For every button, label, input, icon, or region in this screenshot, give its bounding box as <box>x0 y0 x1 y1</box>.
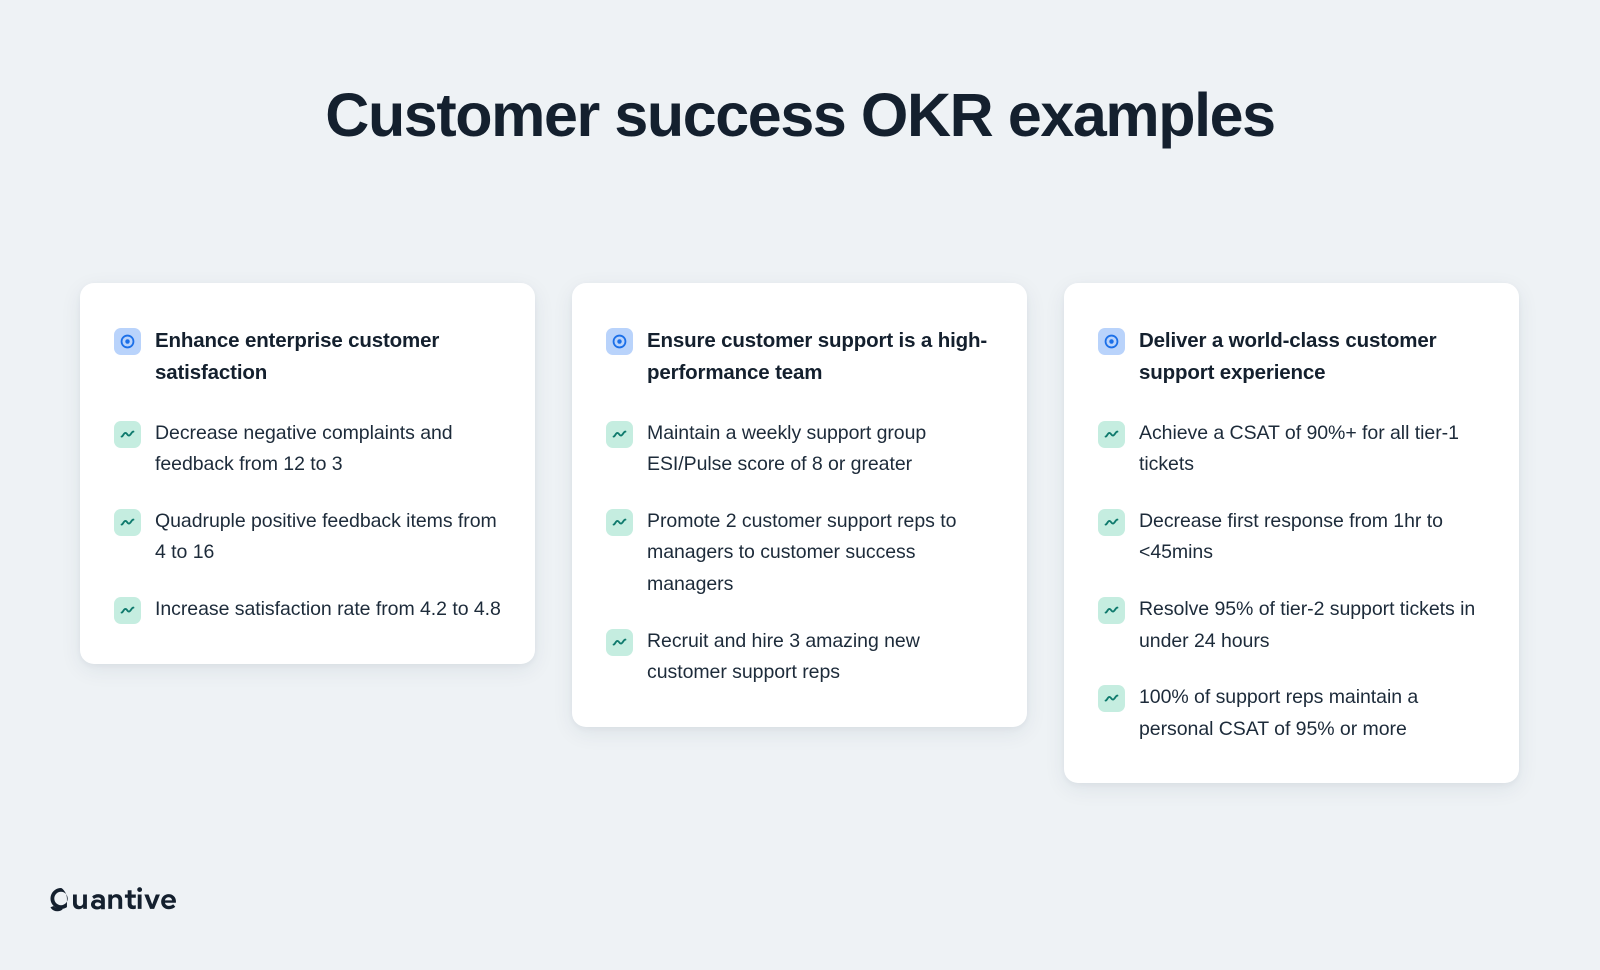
key-result-trend-icon <box>1098 685 1125 713</box>
key-result-text: Achieve a CSAT of 90%+ for all tier-1 ti… <box>1139 421 1459 476</box>
key-result-item: Recruit and hire 3 amazing new customer … <box>606 626 993 689</box>
key-result-item: Increase satisfaction rate from 4.2 to 4… <box>114 594 501 626</box>
quantive-logo <box>48 884 180 918</box>
key-result-trend-icon <box>606 508 633 536</box>
key-result-trend-icon <box>606 420 633 448</box>
key-result-item: Promote 2 customer support reps to manag… <box>606 506 993 601</box>
key-result-trend-icon <box>1098 508 1125 536</box>
key-result-trend-icon <box>1098 597 1125 625</box>
objective-row: Ensure customer support is a high-perfor… <box>606 325 993 390</box>
key-result-list: Achieve a CSAT of 90%+ for all tier-1 ti… <box>1098 418 1485 746</box>
key-result-item: Decrease first response from 1hr to <45m… <box>1098 506 1485 569</box>
key-result-text: Promote 2 customer support reps to manag… <box>647 509 957 596</box>
page-title: Customer success OKR examples <box>325 81 1276 149</box>
key-result-trend-icon <box>1098 420 1125 448</box>
key-result-text: 100% of support reps maintain a personal… <box>1139 686 1419 740</box>
key-result-item: 100% of support reps maintain a personal… <box>1098 682 1485 745</box>
key-result-item: Decrease negative complaints and feedbac… <box>114 418 501 481</box>
key-result-text: Increase satisfaction rate from 4.2 to 4… <box>155 598 501 621</box>
key-result-text: Resolve 95% of tier-2 support tickets in… <box>1139 598 1476 652</box>
key-result-item: Maintain a weekly support group ESI/Puls… <box>606 418 993 481</box>
okr-card: Enhance enterprise customer satisfaction… <box>80 283 535 664</box>
objective-title: Deliver a world-class customer support e… <box>1139 329 1437 385</box>
okr-card-list: Enhance enterprise customer satisfaction… <box>80 283 1520 784</box>
key-result-list: Decrease negative complaints and feedbac… <box>114 418 501 626</box>
key-result-item: Quadruple positive feedback items from 4… <box>114 506 501 569</box>
key-result-item: Resolve 95% of tier-2 support tickets in… <box>1098 594 1485 657</box>
objective-target-icon <box>1098 328 1125 355</box>
okr-card: Deliver a world-class customer support e… <box>1064 283 1519 784</box>
quantive-wordmark-icon <box>50 887 176 912</box>
key-result-text: Maintain a weekly support group ESI/Puls… <box>647 421 927 476</box>
okr-card: Ensure customer support is a high-perfor… <box>572 283 1027 727</box>
key-result-text: Quadruple positive feedback items from 4… <box>155 509 497 564</box>
key-result-text: Decrease negative complaints and feedbac… <box>155 421 453 476</box>
objective-target-icon <box>606 328 633 355</box>
objective-row: Deliver a world-class customer support e… <box>1098 325 1485 390</box>
objective-row: Enhance enterprise customer satisfaction <box>114 325 501 390</box>
key-result-item: Achieve a CSAT of 90%+ for all tier-1 ti… <box>1098 418 1485 481</box>
key-result-trend-icon <box>114 597 141 625</box>
objective-target-icon <box>114 328 141 355</box>
key-result-trend-icon <box>114 508 141 536</box>
objective-title: Ensure customer support is a high-perfor… <box>647 329 988 385</box>
key-result-list: Maintain a weekly support group ESI/Puls… <box>606 418 993 689</box>
key-result-trend-icon <box>114 420 141 448</box>
key-result-text: Decrease first response from 1hr to <45m… <box>1139 509 1443 564</box>
key-result-trend-icon <box>606 628 633 656</box>
objective-title: Enhance enterprise customer satisfaction <box>155 329 440 385</box>
key-result-text: Recruit and hire 3 amazing new customer … <box>647 629 920 684</box>
